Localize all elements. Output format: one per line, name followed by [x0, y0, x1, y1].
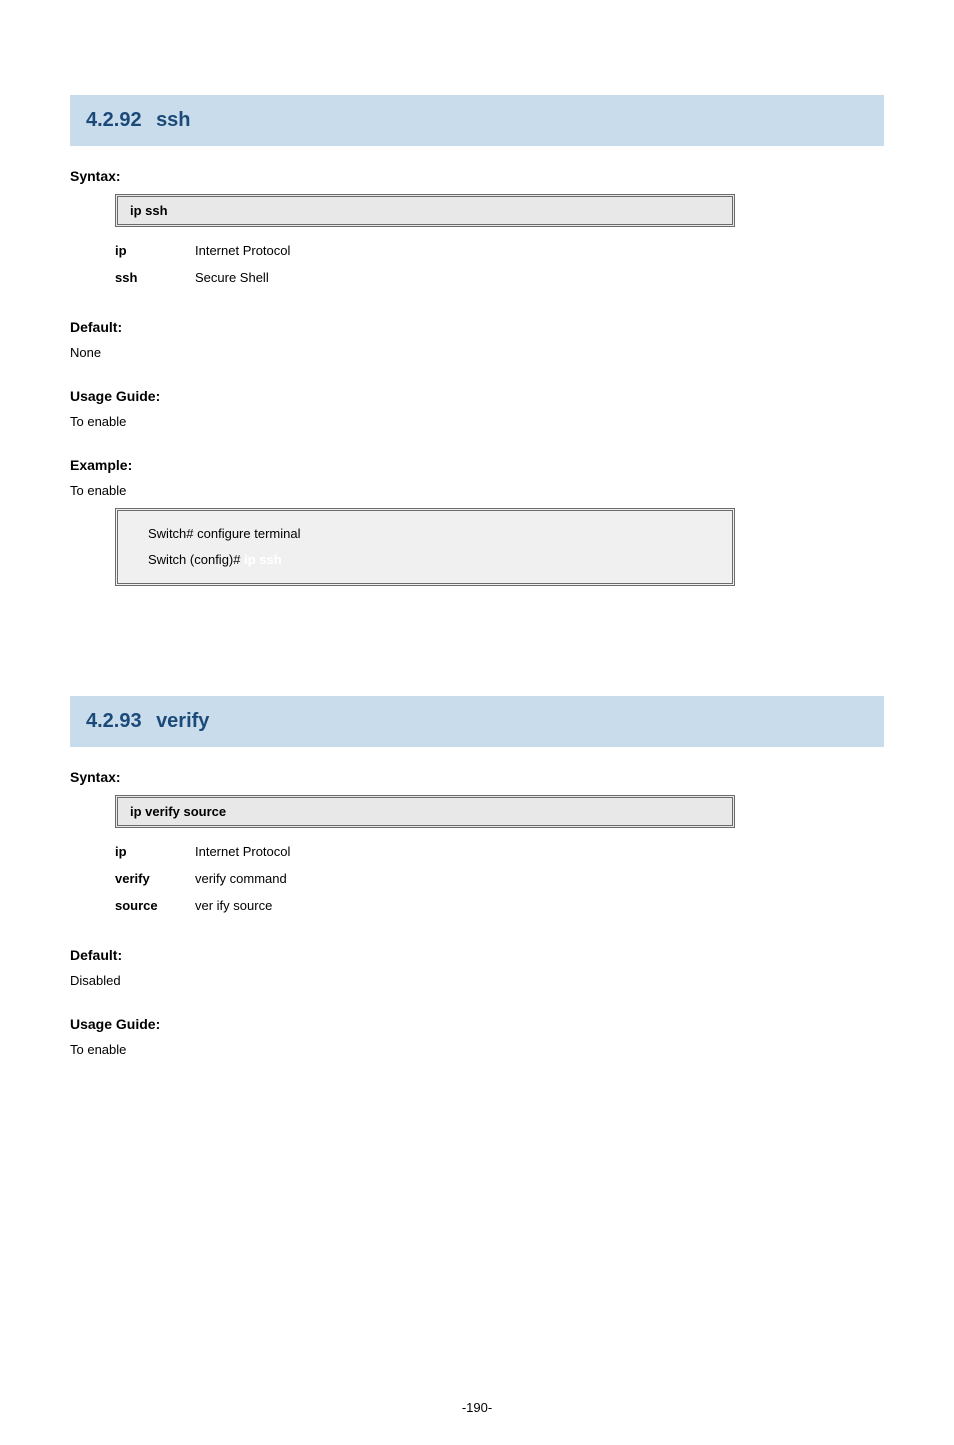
- syntax-label: Syntax:: [70, 769, 884, 785]
- usage-text: To enable the IP Source Guard for global…: [70, 1042, 884, 1057]
- usage-text-part2: the IP Source Guard for global mode.: [130, 1042, 359, 1057]
- param-key: ssh: [115, 270, 195, 285]
- param-value: verify command: [195, 871, 884, 886]
- section-title: verify: [156, 710, 209, 732]
- default-heading: Default:: [70, 947, 884, 963]
- section-number: 4.2.93: [86, 710, 142, 732]
- section-title: ssh: [156, 109, 190, 131]
- usage-text-part2: the SSH service of the switch.: [130, 414, 315, 429]
- example-prefix: Switch# configure terminal: [148, 526, 300, 541]
- default-text: Disabled: [70, 973, 884, 988]
- param-row: source ver ify source: [115, 892, 884, 919]
- page-number: -190-: [0, 1400, 954, 1415]
- param-row: verify verify command: [115, 865, 884, 892]
- param-row: ip Internet Protocol: [115, 237, 884, 264]
- example-text-part2: the SSH service of the switch.: [130, 483, 303, 498]
- usage-heading: Usage Guide:: [70, 388, 884, 404]
- section-header-ssh: 4.2.92 ssh: [70, 95, 884, 146]
- param-value: Internet Protocol: [195, 243, 884, 258]
- example-cmd: ip ssh: [244, 552, 282, 567]
- syntax-box: ip verify source: [115, 795, 735, 828]
- param-row: ip Internet Protocol: [115, 838, 884, 865]
- usage-text: To enable the SSH service of the switch.: [70, 414, 884, 429]
- example-heading: Example:: [70, 457, 884, 473]
- example-text-part1: To enable: [70, 483, 130, 498]
- param-key: verify: [115, 871, 195, 886]
- syntax-box: ip ssh: [115, 194, 735, 227]
- section-header-verify: 4.2.93 verify: [70, 696, 884, 747]
- example-box: Switch# configure terminal Switch (confi…: [115, 508, 735, 586]
- usage-heading: Usage Guide:: [70, 1016, 884, 1032]
- param-row: ssh Secure Shell: [115, 264, 884, 291]
- example-prefix: Switch (config)#: [148, 552, 244, 567]
- param-value: ver ify source: [195, 898, 884, 913]
- example-line: Switch (config)# ip ssh: [148, 547, 702, 573]
- default-heading: Default:: [70, 319, 884, 335]
- syntax-label: Syntax:: [70, 168, 884, 184]
- param-key: source: [115, 898, 195, 913]
- default-text: None: [70, 345, 884, 360]
- param-value: Internet Protocol: [195, 844, 884, 859]
- example-text: To enable the SSH service of the switch.: [70, 483, 884, 498]
- section-number: 4.2.92: [86, 109, 142, 131]
- example-line: Switch# configure terminal: [148, 521, 702, 547]
- usage-text-part1: To enable: [70, 1042, 126, 1057]
- param-key: ip: [115, 844, 195, 859]
- param-key: ip: [115, 243, 195, 258]
- param-value: Secure Shell: [195, 270, 884, 285]
- usage-text-part1: To enable: [70, 414, 126, 429]
